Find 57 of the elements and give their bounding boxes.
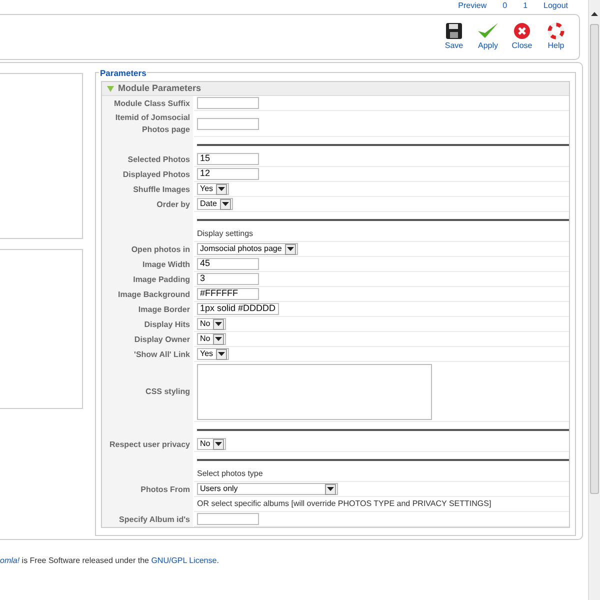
toolbar-button[interactable]: Apply (477, 22, 499, 52)
field-label: Displayed Photos (122, 168, 190, 180)
text-field[interactable] (197, 118, 259, 130)
text-field[interactable]: 15 (197, 153, 259, 165)
dropdown-select[interactable]: Yes (197, 348, 230, 360)
css-textarea[interactable] (197, 364, 432, 420)
top-bar-link[interactable]: Logout (544, 1, 568, 10)
section-note: OR select specific albums [will override PHOTOS TYPE and PRIVACY SETTINGS] (197, 498, 492, 510)
check-icon (477, 22, 499, 40)
field-label: Order by (156, 198, 190, 210)
field-label: Open photos in (131, 244, 190, 256)
dropdown-select[interactable]: Date (197, 198, 233, 210)
section-note: Select photos type (197, 468, 263, 480)
scrollbar[interactable] (588, 0, 600, 600)
top-bar-link[interactable]: 0 (502, 1, 508, 10)
triangle-down-icon (107, 86, 114, 92)
toolbar-button[interactable]: Help (545, 22, 567, 52)
dropdown-select[interactable]: No (197, 318, 226, 330)
footer-link[interactable]: omla! (0, 556, 20, 565)
toolbar-button[interactable]: Save (443, 22, 465, 52)
text-field[interactable]: 3 (197, 273, 259, 285)
close-icon (513, 22, 531, 40)
field-label: Itemid of Jomsocial Photos page (114, 112, 190, 136)
text-field[interactable]: #FFFFFF (197, 288, 259, 300)
field-label: Respect user privacy (110, 438, 190, 450)
scroll-up-icon[interactable] (591, 12, 598, 16)
text-field[interactable]: 1px solid #DDDDD (197, 303, 279, 315)
field-label: CSS styling (146, 386, 190, 398)
dropdown-select[interactable]: Users only (197, 483, 338, 495)
life-ring-icon (547, 22, 565, 40)
section-header[interactable]: Module Parameters (102, 82, 569, 96)
text-field[interactable]: 45 (197, 258, 259, 270)
field-label: Display Owner (134, 334, 190, 346)
text-field[interactable]: 12 (197, 168, 259, 180)
dropdown-select[interactable]: No (197, 333, 226, 345)
license-link[interactable]: GNU/GPL License (151, 556, 217, 565)
field-label: Photos From (140, 484, 190, 496)
dropdown-select[interactable]: Yes (197, 183, 230, 195)
field-label: Image Border (138, 304, 190, 316)
field-label: Selected Photos (128, 154, 190, 166)
field-label: Specify Album id's (119, 514, 190, 526)
toolbar-button[interactable]: Close (511, 22, 533, 52)
section-note: Display settings (197, 228, 254, 240)
top-bar-link[interactable]: 1 (523, 1, 528, 10)
field-label: Image Padding (133, 274, 190, 286)
field-label: Module Class Suffix (114, 98, 190, 110)
top-bar-link[interactable]: Preview (458, 1, 487, 10)
text-field[interactable] (197, 97, 259, 109)
dropdown-select[interactable]: Jomsocial photos page (197, 243, 298, 255)
field-label: Image Background (118, 288, 190, 300)
field-label: Image Width (142, 258, 190, 270)
text-field[interactable] (197, 513, 259, 525)
field-label: Shuffle Images (133, 184, 190, 196)
field-label: 'Show All' Link (134, 348, 190, 360)
field-label: Display Hits (144, 318, 190, 330)
dropdown-select[interactable]: No (197, 438, 226, 450)
footer-text: omla! is Free Software released under the GNU/GPL License. (0, 555, 220, 567)
